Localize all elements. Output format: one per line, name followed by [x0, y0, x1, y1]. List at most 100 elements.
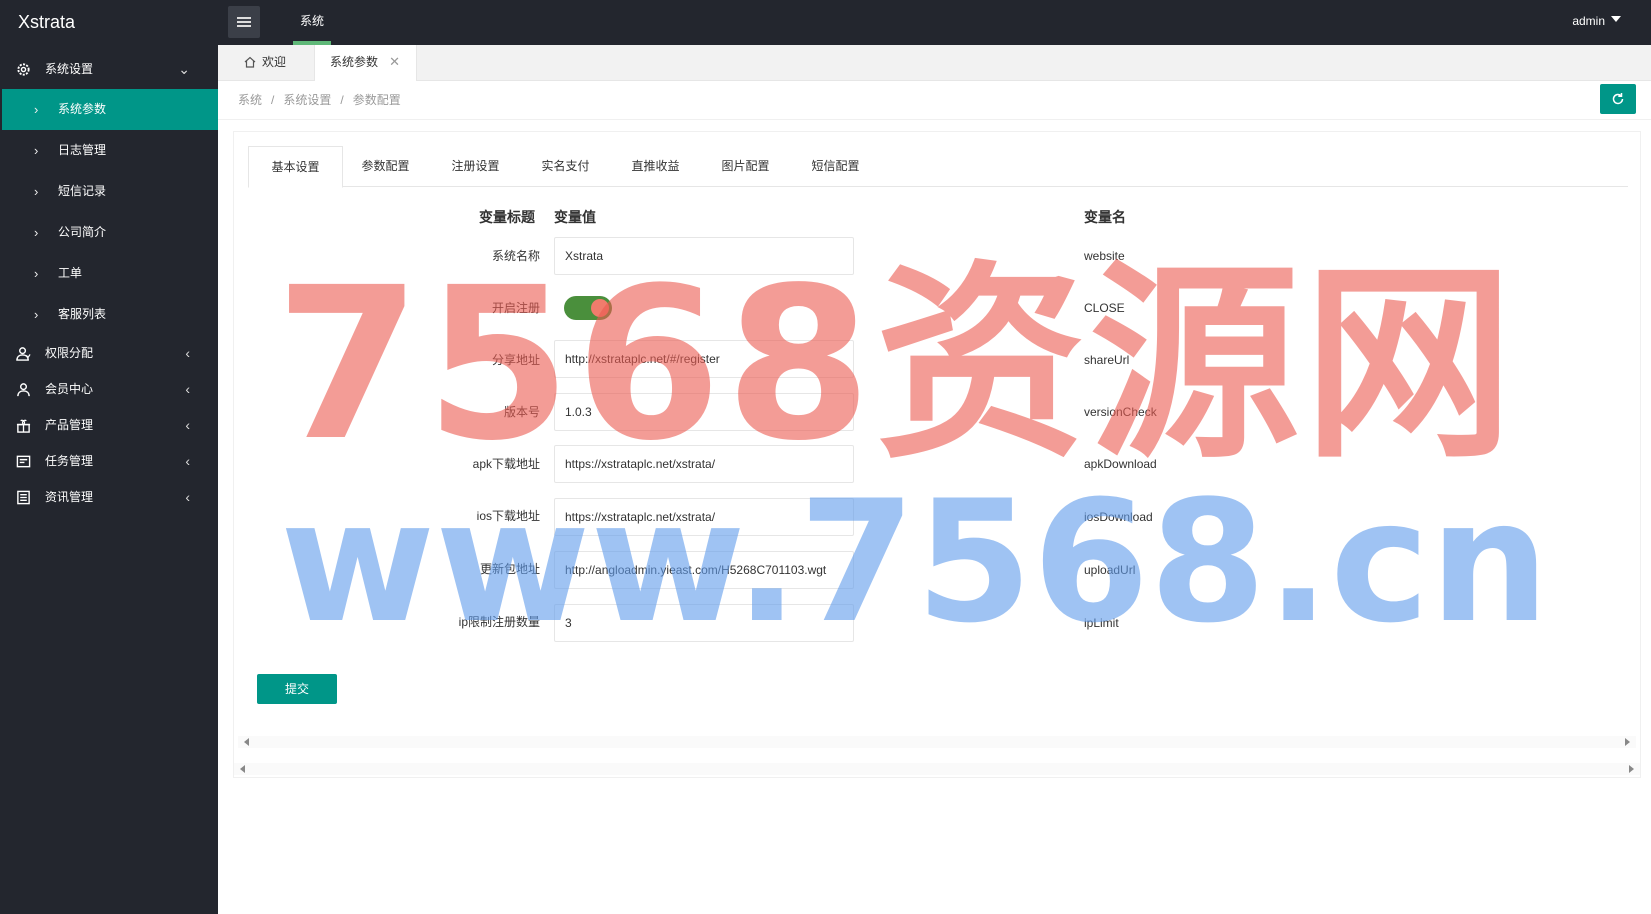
breadcrumb: 系统 / 系统设置 / 参数配置 [238, 93, 401, 107]
breadcrumb-item: 参数配置 [352, 93, 401, 107]
column-header-title: 变量标题 [479, 209, 535, 225]
outer-horizontal-scrollbar[interactable] [234, 763, 1640, 775]
sidebar-group-member-center[interactable]: 会员中心 ‹ [0, 371, 218, 407]
breadcrumb-item[interactable]: 系统 [238, 93, 262, 107]
sidebar-group-label: 会员中心 [45, 382, 94, 396]
chevron-right-icon: › [34, 184, 39, 199]
system-name-input[interactable]: Xstrata [554, 237, 854, 275]
sidebar-group-task-management[interactable]: 任务管理 ‹ [0, 443, 218, 479]
menu-toggle-button[interactable] [228, 6, 260, 38]
sidebar-item-log-management[interactable]: › 日志管理 [0, 130, 218, 171]
sidebar-group-label: 权限分配 [45, 346, 94, 360]
variable-name: shareUrl [1084, 353, 1130, 367]
tab-welcome[interactable]: 欢迎 [218, 45, 314, 81]
ios-download-input[interactable]: https://xstrataplc.net/xstrata/ [554, 498, 854, 536]
top-nav-item-system[interactable]: 系统 [283, 0, 341, 45]
variable-name: versionCheck [1084, 405, 1157, 419]
variable-name: ipLimit [1084, 616, 1119, 630]
sidebar-group-label: 资讯管理 [45, 490, 94, 504]
sidebar-group-product-management[interactable]: 产品管理 ‹ [0, 407, 218, 443]
refresh-button[interactable] [1600, 84, 1636, 114]
inner-horizontal-scrollbar[interactable] [238, 736, 1636, 748]
sidebar-group-system-settings[interactable]: 系统设置 ⌄ [0, 49, 218, 89]
toggle-knob [591, 299, 609, 317]
user-group-icon [16, 347, 31, 361]
product-icon [16, 419, 31, 433]
sidebar-group-label: 任务管理 [45, 454, 94, 468]
scroll-left-icon[interactable] [240, 765, 245, 773]
sidebar-group-label: 系统设置 [45, 62, 94, 76]
tab-sms-config[interactable]: 短信配置 [788, 146, 883, 187]
settings-tabs: 基本设置 参数配置 注册设置 实名支付 直推收益 图片配置 短信配置 [248, 146, 1628, 188]
refresh-icon [1612, 93, 1624, 105]
field-label: 开启注册 [491, 301, 540, 315]
variable-name: iosDownload [1084, 510, 1153, 524]
share-url-input[interactable]: http://xstrataplc.net/#/register [554, 340, 854, 378]
tab-image-config[interactable]: 图片配置 [698, 146, 793, 187]
sidebar-item-service-list[interactable]: › 客服列表 [0, 294, 218, 335]
sidebar: 系统设置 ⌄ › 系统参数 › 日志管理 › 短信记录 › 公司简介 › 工单 … [0, 45, 218, 914]
tab-realname-pay[interactable]: 实名支付 [518, 146, 613, 187]
user-menu[interactable]: admin [1572, 0, 1621, 45]
chevron-down-icon: ⌄ [178, 61, 190, 77]
chevron-right-icon: › [34, 143, 39, 158]
hamburger-icon [237, 17, 251, 27]
sidebar-item-company-profile[interactable]: › 公司简介 [0, 212, 218, 253]
user-icon [17, 383, 30, 397]
sidebar-item-sms-records[interactable]: › 短信记录 [0, 171, 218, 212]
tab-label: 欢迎 [262, 55, 287, 69]
field-label: ios下载地址 [476, 509, 540, 523]
sidebar-item-label: 系统参数 [58, 102, 107, 116]
field-label: 系统名称 [491, 249, 540, 263]
news-icon [17, 490, 30, 505]
column-header-name: 变量名 [1084, 209, 1126, 225]
tab-param-config[interactable]: 参数配置 [338, 146, 433, 187]
chevron-left-icon: ‹ [185, 417, 190, 433]
breadcrumb-item[interactable]: 系统设置 [283, 93, 331, 107]
close-icon[interactable]: ✕ [389, 45, 400, 79]
chevron-left-icon: ‹ [185, 489, 190, 505]
app-logo[interactable]: Xstrata [18, 0, 75, 45]
tab-label: 系统参数 [330, 55, 379, 69]
version-input[interactable]: 1.0.3 [554, 393, 854, 431]
gear-icon [17, 63, 30, 76]
chevron-right-icon: › [34, 266, 39, 281]
tab-system-params[interactable]: 系统参数 ✕ [314, 45, 417, 81]
scroll-right-icon[interactable] [1629, 765, 1634, 773]
chevron-right-icon: › [34, 102, 39, 117]
sidebar-item-label: 日志管理 [58, 143, 107, 157]
chevron-left-icon: ‹ [185, 381, 190, 397]
register-toggle[interactable] [564, 296, 612, 320]
breadcrumb-bar: 系统 / 系统设置 / 参数配置 [218, 82, 1651, 120]
scroll-left-icon[interactable] [244, 738, 249, 746]
ip-limit-input[interactable]: 3 [554, 604, 854, 642]
sidebar-item-label: 客服列表 [58, 307, 107, 321]
page-tab-bar: 欢迎 系统参数 ✕ [218, 45, 1651, 81]
sidebar-group-permissions[interactable]: 权限分配 ‹ [0, 335, 218, 371]
chevron-left-icon: ‹ [185, 345, 190, 361]
sidebar-item-work-order[interactable]: › 工单 [0, 253, 218, 294]
scroll-right-icon[interactable] [1625, 738, 1630, 746]
sidebar-group-label: 产品管理 [45, 418, 94, 432]
tab-direct-income[interactable]: 直推收益 [608, 146, 703, 187]
sidebar-item-label: 工单 [58, 266, 83, 280]
caret-down-icon [1611, 15, 1621, 22]
submit-button[interactable]: 提交 [257, 674, 337, 704]
variable-name: website [1084, 249, 1125, 263]
field-label: 分享地址 [491, 353, 540, 367]
chevron-right-icon: › [34, 307, 39, 322]
home-icon [244, 56, 256, 68]
apk-download-input[interactable]: https://xstrataplc.net/xstrata/ [554, 445, 854, 483]
tab-register-settings[interactable]: 注册设置 [428, 146, 523, 187]
variable-name: uploadUrl [1084, 563, 1136, 577]
field-label: 版本号 [503, 405, 540, 419]
chevron-right-icon: › [34, 225, 39, 240]
update-package-input[interactable]: http://angloadmin.yieast.com/H5268C70110… [554, 551, 854, 589]
tab-basic-settings[interactable]: 基本设置 [248, 146, 343, 188]
field-label: ip限制注册数量 [458, 615, 540, 629]
field-label: apk下载地址 [472, 457, 540, 471]
sidebar-item-system-params[interactable]: › 系统参数 [2, 89, 218, 130]
sidebar-group-news-management[interactable]: 资讯管理 ‹ [0, 479, 218, 515]
user-name: admin [1572, 14, 1605, 28]
sidebar-item-label: 短信记录 [58, 184, 107, 198]
